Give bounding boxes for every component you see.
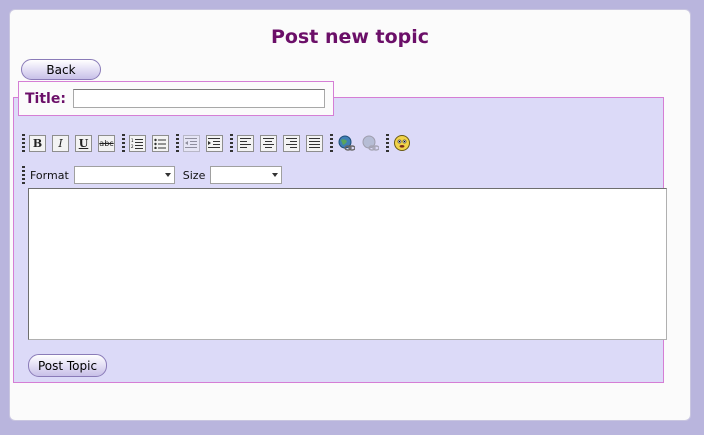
italic-icon[interactable]: I — [52, 134, 69, 152]
underline-icon[interactable]: U — [75, 134, 92, 152]
chevron-down-icon — [164, 173, 171, 177]
toolbar-separator — [176, 134, 179, 152]
toolbar-separator — [122, 134, 125, 152]
post-topic-button[interactable]: Post Topic — [28, 354, 107, 377]
remove-link-icon[interactable] — [361, 134, 379, 152]
size-select[interactable] — [210, 166, 283, 184]
outdent-icon[interactable] — [183, 134, 200, 152]
back-button[interactable]: Back — [21, 59, 101, 80]
message-body-editor[interactable] — [28, 188, 667, 340]
strikethrough-icon[interactable]: abc — [98, 134, 115, 152]
align-left-icon[interactable] — [237, 134, 254, 152]
size-label: Size — [182, 168, 206, 182]
title-input[interactable] — [72, 89, 325, 108]
toolbar-separator — [386, 134, 389, 152]
editor-toolbar: B I U abc 12 — [21, 133, 417, 153]
emoticon-icon[interactable] — [393, 134, 411, 152]
svg-text:1: 1 — [131, 138, 134, 143]
svg-text:2: 2 — [131, 144, 134, 149]
unordered-list-icon[interactable] — [152, 134, 169, 152]
ordered-list-icon[interactable]: 12 — [129, 134, 146, 152]
format-row: Format Size — [21, 165, 289, 185]
align-center-icon[interactable] — [260, 134, 277, 152]
insert-link-icon[interactable] — [337, 134, 355, 152]
toolbar-separator — [22, 166, 25, 184]
format-select[interactable] — [73, 166, 175, 184]
chevron-down-icon — [272, 173, 279, 177]
title-field-group: Title: — [18, 81, 334, 116]
page-title: Post new topic — [270, 26, 430, 48]
toolbar-separator — [22, 134, 25, 152]
toolbar-separator — [230, 134, 233, 152]
toolbar-separator — [330, 134, 333, 152]
indent-icon[interactable] — [206, 134, 223, 152]
justify-icon[interactable] — [306, 134, 323, 152]
bold-icon[interactable]: B — [29, 134, 46, 152]
title-label: Title: — [25, 90, 66, 107]
format-label: Format — [30, 168, 69, 182]
align-right-icon[interactable] — [283, 134, 300, 152]
